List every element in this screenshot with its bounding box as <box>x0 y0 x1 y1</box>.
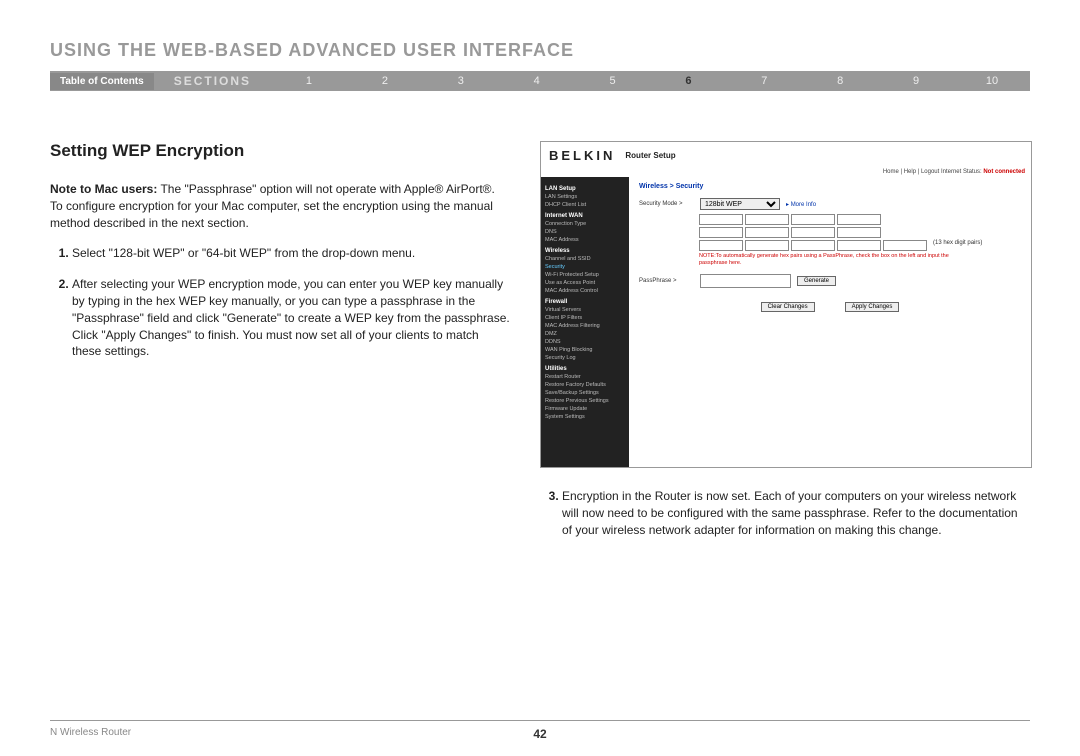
sidebar-item[interactable]: DNS <box>545 229 625 235</box>
sidebar-item[interactable]: Firmware Update <box>545 406 625 412</box>
sidebar-item[interactable]: DMZ <box>545 331 625 337</box>
hex-note: (13 hex digit pairs) <box>933 240 982 251</box>
hex-input[interactable] <box>837 227 881 238</box>
sections-label: SECTIONS <box>154 74 271 88</box>
page-title: USING THE WEB-BASED ADVANCED USER INTERF… <box>50 40 1030 61</box>
passphrase-label: PassPhrase > <box>639 278 694 284</box>
page-number: 42 <box>533 727 546 741</box>
section-5[interactable]: 5 <box>575 75 651 87</box>
page-footer: N Wireless Router 42 <box>50 720 1030 738</box>
generate-button[interactable]: Generate <box>797 276 836 286</box>
sidebar-item[interactable]: Restore Factory Defaults <box>545 382 625 388</box>
section-1[interactable]: 1 <box>271 75 347 87</box>
sidebar-item[interactable]: LAN Settings <box>545 194 625 200</box>
more-info-link[interactable]: More Info <box>786 201 816 208</box>
hex-input[interactable] <box>745 240 789 251</box>
sidebar-item[interactable]: Client IP Filters <box>545 315 625 321</box>
sidebar-cat-lan: LAN Setup <box>545 186 625 192</box>
top-links: Home | Help | Logout Internet Status: No… <box>541 167 1031 177</box>
sidebar-item[interactable]: Use as Access Point <box>545 280 625 286</box>
section-8[interactable]: 8 <box>802 75 878 87</box>
security-mode-select[interactable]: 128bit WEP <box>700 198 780 210</box>
section-6[interactable]: 6 <box>651 75 727 87</box>
breadcrumb: Wireless > Security <box>639 183 1021 190</box>
sidebar-item[interactable]: Virtual Servers <box>545 307 625 313</box>
sidebar-item[interactable]: MAC Address Control <box>545 288 625 294</box>
hex-input[interactable] <box>791 240 835 251</box>
heading: Setting WEP Encryption <box>50 141 510 161</box>
hex-input[interactable] <box>791 227 835 238</box>
hex-input[interactable] <box>745 214 789 225</box>
hex-input[interactable] <box>699 227 743 238</box>
sidebar-item[interactable]: Connection Type <box>545 221 625 227</box>
section-nav: Table of Contents SECTIONS 1 2 3 4 5 6 7… <box>50 71 1030 91</box>
sidebar-cat-firewall: Firewall <box>545 299 625 305</box>
router-sidebar: LAN Setup LAN Settings DHCP Client List … <box>541 177 629 467</box>
hex-input[interactable] <box>745 227 789 238</box>
passphrase-note: NOTE:To automatically generate hex pairs… <box>699 253 959 266</box>
hex-input[interactable] <box>837 240 881 251</box>
clear-changes-button[interactable]: Clear Changes <box>761 302 815 312</box>
sidebar-item[interactable]: DHCP Client List <box>545 202 625 208</box>
section-3[interactable]: 3 <box>423 75 499 87</box>
section-9[interactable]: 9 <box>878 75 954 87</box>
section-2[interactable]: 2 <box>347 75 423 87</box>
sidebar-cat-wan: Internet WAN <box>545 213 625 219</box>
sidebar-item[interactable]: Security Log <box>545 355 625 361</box>
sidebar-item[interactable]: WAN Ping Blocking <box>545 347 625 353</box>
internet-status: Not connected <box>983 169 1025 175</box>
sidebar-item[interactable]: DDNS <box>545 339 625 345</box>
sidebar-item-security[interactable]: Security <box>545 264 625 270</box>
brand-logo: BELKIN <box>549 148 615 163</box>
section-10[interactable]: 10 <box>954 75 1030 87</box>
sidebar-item[interactable]: Restore Previous Settings <box>545 398 625 404</box>
toc-link[interactable]: Table of Contents <box>50 73 154 90</box>
router-content: Wireless > Security Security Mode > 128b… <box>629 177 1031 467</box>
step-2: After selecting your WEP encryption mode… <box>72 276 510 360</box>
apply-changes-button[interactable]: Apply Changes <box>845 302 900 312</box>
sidebar-item[interactable]: Wi-Fi Protected Setup <box>545 272 625 278</box>
mac-note: Note to Mac users: The "Passphrase" opti… <box>50 181 510 231</box>
product-name: N Wireless Router <box>50 727 131 738</box>
passphrase-input[interactable] <box>700 274 791 288</box>
step-3: Encryption in the Router is now set. Eac… <box>562 488 1030 538</box>
top-links-text[interactable]: Home | Help | Logout Internet Status: <box>883 169 982 175</box>
sidebar-item[interactable]: MAC Address Filtering <box>545 323 625 329</box>
section-4[interactable]: 4 <box>499 75 575 87</box>
hex-input[interactable] <box>699 240 743 251</box>
hex-input[interactable] <box>837 214 881 225</box>
sidebar-item[interactable]: Channel and SSID <box>545 256 625 262</box>
sidebar-cat-utilities: Utilities <box>545 366 625 372</box>
security-mode-label: Security Mode > <box>639 201 694 207</box>
hex-key-grid: (13 hex digit pairs) <box>699 214 1021 251</box>
hex-input[interactable] <box>791 214 835 225</box>
sidebar-item[interactable]: Restart Router <box>545 374 625 380</box>
sidebar-item[interactable]: Save/Backup Settings <box>545 390 625 396</box>
sidebar-item[interactable]: MAC Address <box>545 237 625 243</box>
note-label: Note to Mac users: <box>50 182 157 196</box>
router-screenshot: BELKIN Router Setup Home | Help | Logout… <box>540 141 1032 468</box>
hex-input[interactable] <box>699 214 743 225</box>
step-1: Select "128-bit WEP" or "64-bit WEP" fro… <box>72 245 510 262</box>
brand-subtitle: Router Setup <box>625 151 675 160</box>
sidebar-cat-wireless: Wireless <box>545 248 625 254</box>
section-7[interactable]: 7 <box>726 75 802 87</box>
hex-input[interactable] <box>883 240 927 251</box>
sidebar-item[interactable]: System Settings <box>545 414 625 420</box>
